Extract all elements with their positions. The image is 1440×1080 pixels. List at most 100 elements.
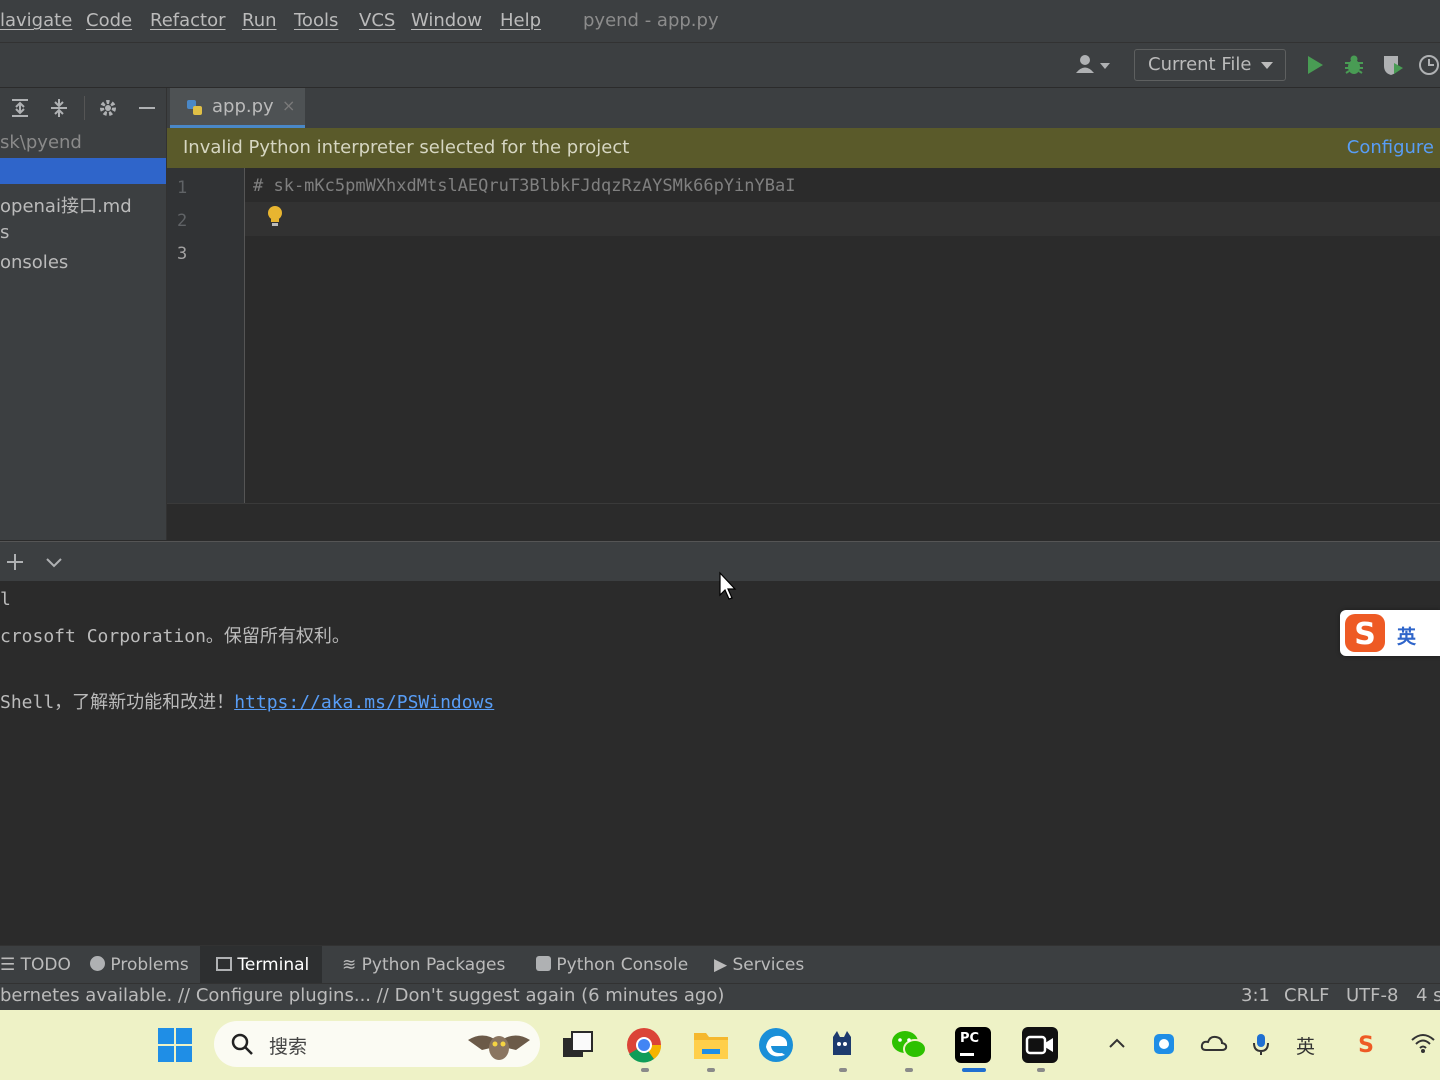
code-editor[interactable]: # sk-mKc5pmWXhxdMtslAEQruT3BlbkFJdqzRzAY… <box>245 168 1440 503</box>
menu-refactor[interactable]: Refactor <box>150 10 226 31</box>
screen-recorder-icon[interactable] <box>1022 1027 1058 1063</box>
status-bar: bernetes available. // Configure plugins… <box>0 983 1440 1010</box>
python-icon <box>536 956 551 971</box>
tab-services[interactable]: ▶ Services <box>714 955 804 975</box>
terminal-icon <box>216 957 232 971</box>
coverage-icon[interactable] <box>1381 53 1405 81</box>
tab-problems[interactable]: Problems <box>90 955 189 975</box>
status-message[interactable]: bernetes available. // Configure plugins… <box>0 985 724 1006</box>
interpreter-warning-banner: Invalid Python interpreter selected for … <box>167 128 1440 168</box>
tree-item-openai-md[interactable]: openai接口.md <box>0 192 132 218</box>
tab-todo[interactable]: ☰ TODO <box>0 955 71 975</box>
search-icon <box>230 1032 254 1060</box>
tab-todo-label: TODO <box>20 955 71 975</box>
indent-setting[interactable]: 4 s <box>1416 985 1440 1006</box>
line-number: 2 <box>177 211 188 231</box>
lightbulb-icon[interactable] <box>265 204 285 232</box>
chevron-up-icon[interactable] <box>1106 1032 1128 1059</box>
edge-browser-icon[interactable] <box>758 1027 794 1063</box>
menu-code[interactable]: Code <box>86 10 132 31</box>
tab-label: app.py <box>212 96 274 117</box>
wechat-icon[interactable] <box>890 1027 927 1063</box>
info-icon <box>90 956 105 971</box>
mouse-pointer-icon <box>718 571 738 605</box>
project-toolbar <box>0 88 166 128</box>
user-icon[interactable] <box>1074 53 1112 81</box>
tab-terminal-label: Terminal <box>237 955 310 975</box>
run-configuration-label: Current File <box>1148 54 1252 75</box>
task-view-icon[interactable] <box>560 1027 596 1063</box>
terminal-line-with-link: Shell，了解新功能和改进！https://aka.ms/PSWindows <box>0 688 494 714</box>
wifi-icon[interactable] <box>1410 1032 1436 1059</box>
ime-toolbar[interactable]: S 英 <box>1340 610 1440 656</box>
debug-icon[interactable] <box>1342 53 1366 81</box>
terminal-line-text: Shell，了解新功能和改进！ <box>0 692 235 713</box>
toolbar-divider <box>84 96 85 120</box>
running-indicator <box>839 1068 847 1072</box>
pycharm-icon[interactable]: PC <box>955 1027 991 1063</box>
project-path: sk\pyend <box>0 132 82 153</box>
microphone-icon[interactable] <box>1250 1032 1272 1061</box>
windows-start-icon[interactable] <box>157 1027 193 1067</box>
editor-footer <box>167 503 1440 541</box>
tab-python-console-label: Python Console <box>556 955 689 975</box>
profile-icon[interactable] <box>1418 53 1440 81</box>
tab-python-packages[interactable]: ≋ Python Packages <box>342 955 505 975</box>
menu-vcs[interactable]: VCS <box>359 10 395 31</box>
selected-tree-row[interactable] <box>0 158 166 184</box>
configure-link[interactable]: Configure <box>1347 137 1434 158</box>
gear-icon[interactable] <box>97 97 119 123</box>
menu-run[interactable]: Run <box>242 10 277 31</box>
taskbar-search-box[interactable]: 搜索 <box>214 1021 540 1067</box>
terminal-output[interactable]: l crosoft Corporation。保留所有权利。 Shell，了解新功… <box>0 571 1440 945</box>
new-tab-plus-icon[interactable] <box>4 551 26 577</box>
tool-window-tabs: ☰ TODO Problems Terminal ≋ Python Packag… <box>0 945 1440 984</box>
run-configuration-select[interactable]: Current File <box>1134 49 1286 81</box>
expand-all-icon[interactable] <box>9 97 31 123</box>
file-explorer-icon[interactable] <box>692 1027 728 1063</box>
running-indicator <box>707 1068 715 1072</box>
tab-python-console[interactable]: Python Console <box>536 955 688 975</box>
run-icon[interactable] <box>1304 54 1326 80</box>
line-separator[interactable]: CRLF <box>1284 985 1329 1006</box>
layers-icon: ≋ <box>342 955 357 975</box>
terminal-link[interactable]: https://aka.ms/PSWindows <box>234 692 494 713</box>
hide-panel-icon[interactable] <box>136 97 158 123</box>
main-toolbar: Current File <box>0 43 1440 88</box>
tree-item-scratches-consoles[interactable]: onsoles <box>0 252 68 273</box>
python-file-icon <box>185 98 205 122</box>
tab-python-packages-label: Python Packages <box>361 955 506 975</box>
services-play-icon: ▶ <box>714 955 728 975</box>
onedrive-cloud-icon[interactable] <box>1200 1032 1228 1059</box>
svg-text:S: S <box>1358 1033 1374 1056</box>
running-indicator <box>641 1068 649 1072</box>
line-number-gutter: 1 2 3 <box>167 168 245 503</box>
cat-app-icon[interactable] <box>824 1027 860 1063</box>
input-language-indicator[interactable]: 英 <box>1296 1032 1315 1059</box>
menu-help[interactable]: Help <box>500 10 541 31</box>
menu-navigate[interactable]: lavigate <box>0 10 72 31</box>
line-number: 1 <box>177 178 188 198</box>
pycharm-underline <box>960 1053 974 1056</box>
window-title: pyend - app.py <box>583 10 719 31</box>
menu-tools[interactable]: Tools <box>294 10 338 31</box>
terminal-line: crosoft Corporation。保留所有权利。 <box>0 626 350 647</box>
sogou-ime-icon[interactable]: S <box>1353 1032 1379 1061</box>
ime-mode-label: 英 <box>1397 626 1417 648</box>
chevron-down-icon <box>1261 62 1273 69</box>
tab-app-py[interactable]: app.py × <box>170 88 305 128</box>
line-number: 3 <box>177 244 188 264</box>
file-encoding[interactable]: UTF-8 <box>1346 985 1398 1006</box>
running-indicator <box>1037 1068 1045 1072</box>
close-icon[interactable]: × <box>282 96 295 115</box>
tab-terminal[interactable]: Terminal <box>216 955 309 975</box>
sogou-logo-icon: S <box>1344 613 1386 657</box>
chrome-icon[interactable] <box>626 1027 662 1063</box>
bluetooth-app-icon[interactable] <box>1152 1032 1176 1061</box>
caret-position[interactable]: 3:1 <box>1241 985 1270 1006</box>
chevron-down-icon[interactable] <box>43 551 65 577</box>
menu-window[interactable]: Window <box>411 10 482 31</box>
code-line-comment: # sk-mKc5pmWXhxdMtslAEQruT3BlbkFJdqzRzAY… <box>253 176 796 196</box>
tree-item-s[interactable]: s <box>0 222 9 243</box>
collapse-all-icon[interactable] <box>48 97 70 123</box>
